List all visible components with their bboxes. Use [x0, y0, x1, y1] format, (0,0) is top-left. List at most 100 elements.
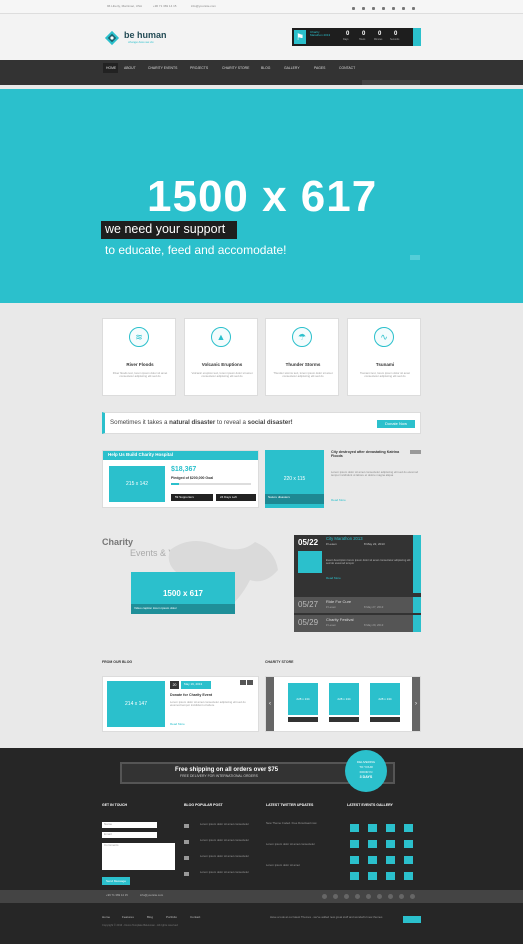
- footer-tweet[interactable]: New Theme Coded. Free Download now: [266, 821, 338, 825]
- gallery-tile[interactable]: [404, 872, 413, 880]
- event-feature-nav[interactable]: [410, 450, 421, 454]
- store-prev-arrow[interactable]: ‹: [266, 677, 274, 731]
- event-item[interactable]: 05/27 Ride For Cure # Lesen 8 May 27, 20…: [294, 597, 421, 613]
- store-item-image[interactable]: 228 x 134: [329, 683, 359, 715]
- logo-mark-icon[interactable]: [103, 29, 121, 47]
- rss-icon[interactable]: [402, 7, 405, 10]
- footer-post[interactable]: Lorem ipsum dolor sit amet consectetur: [200, 822, 249, 826]
- footer-pinterest-icon[interactable]: [366, 894, 371, 899]
- contact-comments-textarea[interactable]: Comments: [102, 843, 175, 870]
- gallery-tile[interactable]: [350, 824, 359, 832]
- contact-email-input[interactable]: Email: [102, 832, 157, 838]
- send-message-button[interactable]: Send Message: [102, 877, 130, 885]
- gallery-tile[interactable]: [386, 872, 395, 880]
- twitter-icon[interactable]: [362, 7, 365, 10]
- event-feature-read-more[interactable]: Read More: [331, 498, 346, 502]
- nav-item-home[interactable]: HOME: [106, 66, 116, 70]
- event-item-active[interactable]: 05/22 City Marathon 2013 # Lesen 8 May 2…: [294, 535, 421, 595]
- event-read-more[interactable]: Read More: [326, 576, 341, 580]
- footer-vimeo-icon[interactable]: [410, 894, 415, 899]
- countdown-arrow[interactable]: [413, 28, 421, 46]
- facebook-icon[interactable]: [352, 7, 355, 10]
- footer-copyright: Copyright © 2013 - Demo Template BeHuman…: [102, 924, 178, 927]
- footer-rss-icon[interactable]: [377, 894, 382, 899]
- feature-title: Thunder Storms: [285, 362, 321, 367]
- nav-item-charity-store[interactable]: CHARITY STORE: [222, 66, 249, 70]
- gallery-tile[interactable]: [404, 824, 413, 832]
- footer-link-features[interactable]: Features: [122, 915, 134, 919]
- footer-post-icon-3: [184, 856, 189, 860]
- event-item[interactable]: 05/29 Charity Festival # Lesen 8 May 29,…: [294, 615, 421, 632]
- dribbble-icon[interactable]: [412, 7, 415, 10]
- nav-item-pages[interactable]: PAGES: [314, 66, 325, 70]
- store-next-arrow[interactable]: ›: [412, 677, 420, 731]
- footer-link-contact[interactable]: Contact: [190, 915, 200, 919]
- event-toggle[interactable]: [413, 597, 421, 613]
- footer-link-blog[interactable]: Blog: [147, 915, 153, 919]
- linkedin-icon[interactable]: [382, 7, 385, 10]
- footer-facebook-icon[interactable]: [322, 894, 327, 899]
- nav-item-blog[interactable]: BLOG: [261, 66, 270, 70]
- feature-card-storms[interactable]: ☂ Thunder Storms Thunder storms text, lo…: [265, 318, 339, 396]
- hero-subline: to educate, feed and accomodate!: [105, 243, 287, 257]
- gallery-tile[interactable]: [386, 856, 395, 864]
- badge-line-4: 3 DAYS: [359, 775, 373, 779]
- blog-title[interactable]: Donate for Charity Event: [170, 693, 212, 698]
- gallery-tile[interactable]: [386, 824, 395, 832]
- pinterest-icon[interactable]: [392, 7, 395, 10]
- project-title[interactable]: Help Us Build Charity Hospital: [108, 452, 173, 458]
- event-toggle[interactable]: [413, 615, 421, 632]
- footer-linkedin-icon[interactable]: [355, 894, 360, 899]
- footer-post[interactable]: Lorem ipsum dolor sit amet consectetur: [200, 838, 249, 842]
- store-carousel: ‹ 228 x 134 228 x 134 228 x 134 ›: [265, 676, 421, 732]
- store-item-image[interactable]: 228 x 134: [288, 683, 318, 715]
- feature-card-floods[interactable]: ≋ River Floods River floods text, lorem …: [102, 318, 176, 396]
- nav-item-gallery[interactable]: GALLERY: [284, 66, 300, 70]
- email-link[interactable]: info@yoursite.com: [191, 4, 216, 8]
- footer-youtube-icon[interactable]: [399, 894, 404, 899]
- blog-image[interactable]: 214 x 147: [107, 681, 165, 727]
- project-image[interactable]: 215 x 142: [107, 464, 167, 504]
- gallery-tile[interactable]: [404, 840, 413, 848]
- footer-tweet[interactable]: Lorem ipsum dolor sit amet consectetur: [266, 842, 338, 846]
- donate-now-button[interactable]: Donate Now: [377, 420, 415, 428]
- gallery-tile[interactable]: [386, 840, 395, 848]
- footer-post[interactable]: Lorem ipsum dolor sit amet consectetur: [200, 854, 249, 858]
- footer-link-home[interactable]: Home: [102, 915, 110, 919]
- footer-link-portfolio[interactable]: Portfolio: [166, 915, 177, 919]
- gallery-tile[interactable]: [368, 872, 377, 880]
- gallery-tile[interactable]: [368, 856, 377, 864]
- nav-search-input[interactable]: [362, 80, 420, 85]
- feature-card-volcanic[interactable]: ▲ Volcanic Eruptions Volcanic eruption t…: [184, 318, 258, 396]
- gallery-tile[interactable]: [368, 824, 377, 832]
- blog-prev-button[interactable]: [240, 680, 246, 685]
- gallery-tile[interactable]: [350, 856, 359, 864]
- footer-dribbble-icon[interactable]: [388, 894, 393, 899]
- gallery-tile[interactable]: [350, 840, 359, 848]
- blog-text: Lorem ipsum dolor sit amet consectetur a…: [170, 700, 246, 708]
- event-feature-title[interactable]: City destroyed after devastating Katrina…: [331, 450, 401, 459]
- event-toggle[interactable]: [413, 535, 421, 593]
- nav-item-contact[interactable]: CONTACT: [339, 66, 355, 70]
- gallery-tile[interactable]: [368, 840, 377, 848]
- footer-tweet[interactable]: Lorem ipsum dolor sit amet: [266, 863, 338, 867]
- footer-twitter-icon[interactable]: [333, 894, 338, 899]
- nav-item-about[interactable]: ABOUT: [124, 66, 136, 70]
- event-feature-caption-box: Nature disasters: [265, 494, 324, 504]
- footer-email[interactable]: info@yoursite.com: [140, 893, 163, 897]
- newsletter-button[interactable]: [403, 916, 421, 923]
- footer-post[interactable]: Lorem ipsum dolor sit amet consectetur: [200, 870, 249, 874]
- footer-googleplus-icon[interactable]: [344, 894, 349, 899]
- feature-card-tsunami[interactable]: ∿ Tsunami Tsunami text, lorem ipsum dolo…: [347, 318, 421, 396]
- googleplus-icon[interactable]: [372, 7, 375, 10]
- footer: Free shipping on all orders over $75 FRE…: [0, 748, 523, 944]
- nav-item-projects[interactable]: PROJECTS: [190, 66, 208, 70]
- hero-arrow-icon[interactable]: [410, 255, 420, 260]
- blog-next-button[interactable]: [247, 680, 253, 685]
- gallery-tile[interactable]: [404, 856, 413, 864]
- gallery-tile[interactable]: [350, 872, 359, 880]
- contact-name-input[interactable]: Name: [102, 822, 157, 828]
- blog-read-more[interactable]: Read More: [170, 722, 185, 726]
- nav-item-charity-events[interactable]: CHARITY EVENTS: [148, 66, 177, 70]
- store-item-image[interactable]: 228 x 134: [370, 683, 400, 715]
